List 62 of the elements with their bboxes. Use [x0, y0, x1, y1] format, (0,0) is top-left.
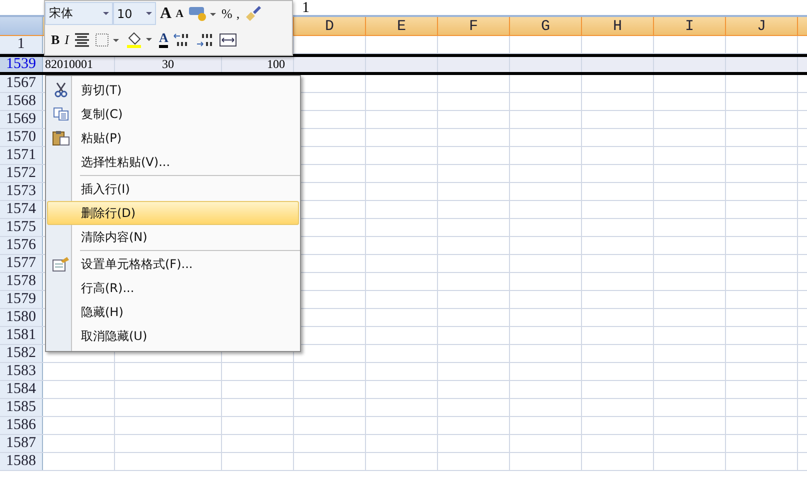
- menu-item[interactable]: 清除内容(N): [47, 225, 299, 249]
- formula-value: 1: [302, 0, 310, 17]
- column-header[interactable]: G: [510, 17, 582, 35]
- menu-item[interactable]: 插入行(I): [47, 177, 299, 201]
- fill-color-icon[interactable]: [126, 30, 154, 48]
- row-header[interactable]: 1579: [0, 291, 43, 308]
- menu-item[interactable]: 隐藏(H): [47, 300, 299, 324]
- bold-button[interactable]: B: [51, 30, 60, 48]
- row-header[interactable]: 1582: [0, 345, 43, 362]
- align-center-icon[interactable]: [74, 32, 90, 46]
- row-header[interactable]: 1578: [0, 273, 43, 290]
- row-header[interactable]: 1574: [0, 201, 43, 218]
- currency-icon[interactable]: [188, 4, 218, 22]
- row-header[interactable]: 1581: [0, 327, 43, 344]
- font-color-button[interactable]: A: [159, 31, 168, 48]
- table-cell: 82010001: [45, 57, 93, 71]
- row-header[interactable]: 1539: [0, 57, 43, 72]
- row-header[interactable]: 1572: [0, 165, 43, 182]
- row-header[interactable]: 1567: [0, 75, 43, 92]
- menu-item[interactable]: 复制(C): [47, 102, 299, 126]
- column-header[interactable]: F: [438, 17, 510, 35]
- table-cell: 30: [162, 57, 174, 71]
- menu-item[interactable]: 选择性粘贴(V)...: [47, 150, 299, 174]
- row-header[interactable]: 1576: [0, 237, 43, 254]
- row-header[interactable]: 1569: [0, 111, 43, 128]
- row-header[interactable]: 1583: [0, 363, 43, 380]
- row-header[interactable]: 1: [0, 36, 43, 53]
- column-header[interactable]: I: [654, 17, 726, 35]
- column-header[interactable]: J: [726, 17, 798, 35]
- table-cell: 100: [267, 57, 285, 71]
- row-header[interactable]: 1585: [0, 399, 43, 416]
- decrease-decimal-icon[interactable]: [196, 32, 214, 48]
- row-header[interactable]: 1570: [0, 129, 43, 146]
- row-header[interactable]: 1571: [0, 147, 43, 164]
- font-size-dropdown[interactable]: 10: [113, 2, 156, 25]
- column-header[interactable]: H: [582, 17, 654, 35]
- menu-item[interactable]: 行高(R)...: [47, 276, 299, 300]
- row-header[interactable]: 1575: [0, 219, 43, 236]
- row-header[interactable]: 1573: [0, 183, 43, 200]
- font-name-dropdown[interactable]: 宋体: [45, 2, 113, 25]
- row-header[interactable]: 1580: [0, 309, 43, 326]
- row-header[interactable]: 1584: [0, 381, 43, 398]
- row-header[interactable]: 1577: [0, 255, 43, 272]
- paintbrush-icon[interactable]: [244, 4, 262, 22]
- format-cells-icon: [52, 256, 70, 272]
- italic-button[interactable]: I: [64, 30, 70, 48]
- menu-item[interactable]: 剪切(T): [47, 78, 299, 102]
- menu-item[interactable]: 粘贴(P): [47, 126, 299, 150]
- row-header[interactable]: 1586: [0, 417, 43, 434]
- borders-icon[interactable]: [95, 32, 122, 46]
- row-header[interactable]: 1588: [0, 453, 43, 470]
- column-header[interactable]: E: [366, 17, 438, 35]
- menu-item[interactable]: 删除行(D): [47, 201, 299, 225]
- merge-center-icon[interactable]: [219, 32, 238, 46]
- column-header[interactable]: D: [294, 17, 366, 35]
- menu-item[interactable]: 设置单元格格式(F)...: [47, 252, 299, 276]
- row-header[interactable]: 1568: [0, 93, 43, 110]
- clipboard-icon: [52, 130, 70, 146]
- row-header[interactable]: 1587: [0, 435, 43, 452]
- menu-item[interactable]: 取消隐藏(U): [47, 324, 299, 348]
- scissors-icon: [54, 82, 68, 98]
- copy-icon: [53, 107, 69, 121]
